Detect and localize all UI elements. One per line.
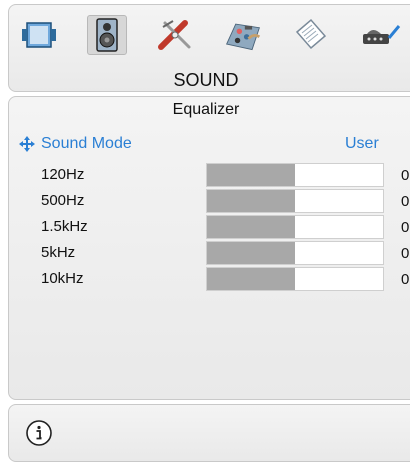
eq-band-label: 120Hz (41, 166, 85, 183)
eq-band-label: 5kHz (41, 244, 76, 261)
menu-title: SOUND (173, 70, 239, 90)
eq-band-row[interactable]: 120Hz 0 (9, 163, 410, 187)
equalizer-panel: Equalizer Sound Mode User 120Hz 0 500Hz … (8, 96, 410, 400)
eq-band-value: 0 (401, 245, 410, 262)
picture-icon[interactable] (19, 15, 59, 55)
menu-panel: SOUND (8, 4, 410, 92)
eq-band-row[interactable]: 10kHz 0 (9, 267, 410, 291)
eq-band-fill (207, 242, 295, 264)
menu-icon-row (9, 5, 410, 69)
eq-band-value: 0 (401, 193, 410, 210)
eq-band-fill (207, 216, 295, 238)
eq-band-value: 0 (401, 167, 410, 184)
settings-icon[interactable] (223, 15, 263, 55)
move-arrows-icon (19, 136, 35, 152)
eq-band-fill (207, 164, 295, 186)
book-icon[interactable] (291, 15, 331, 55)
eq-band-label: 10kHz (41, 270, 84, 287)
eq-band-slider[interactable] (206, 267, 384, 291)
eq-band-slider[interactable] (206, 189, 384, 213)
eq-band-fill (207, 268, 295, 290)
eq-band-row[interactable]: 5kHz 0 (9, 241, 410, 265)
eq-band-slider[interactable] (206, 163, 384, 187)
eq-band-value: 0 (401, 271, 410, 288)
tools-icon[interactable] (155, 15, 195, 55)
sound-mode-label: Sound Mode (41, 135, 132, 152)
info-icon[interactable] (25, 419, 53, 447)
info-panel (8, 404, 410, 462)
eq-band-label: 1.5kHz (41, 218, 88, 235)
eq-band-slider[interactable] (206, 215, 384, 239)
eq-band-row[interactable]: 1.5kHz 0 (9, 215, 410, 239)
eq-band-label: 500Hz (41, 192, 85, 209)
eq-band-slider[interactable] (206, 241, 384, 265)
eq-band-value: 0 (401, 219, 410, 236)
sound-mode-value[interactable]: User (345, 135, 379, 153)
eq-band-fill (207, 190, 295, 212)
sound-mode-row[interactable]: Sound Mode User (19, 135, 410, 155)
eq-band-row[interactable]: 500Hz 0 (9, 189, 410, 213)
source-icon[interactable] (361, 15, 401, 55)
speaker-icon[interactable] (87, 15, 127, 55)
page-title: Equalizer (172, 101, 240, 118)
